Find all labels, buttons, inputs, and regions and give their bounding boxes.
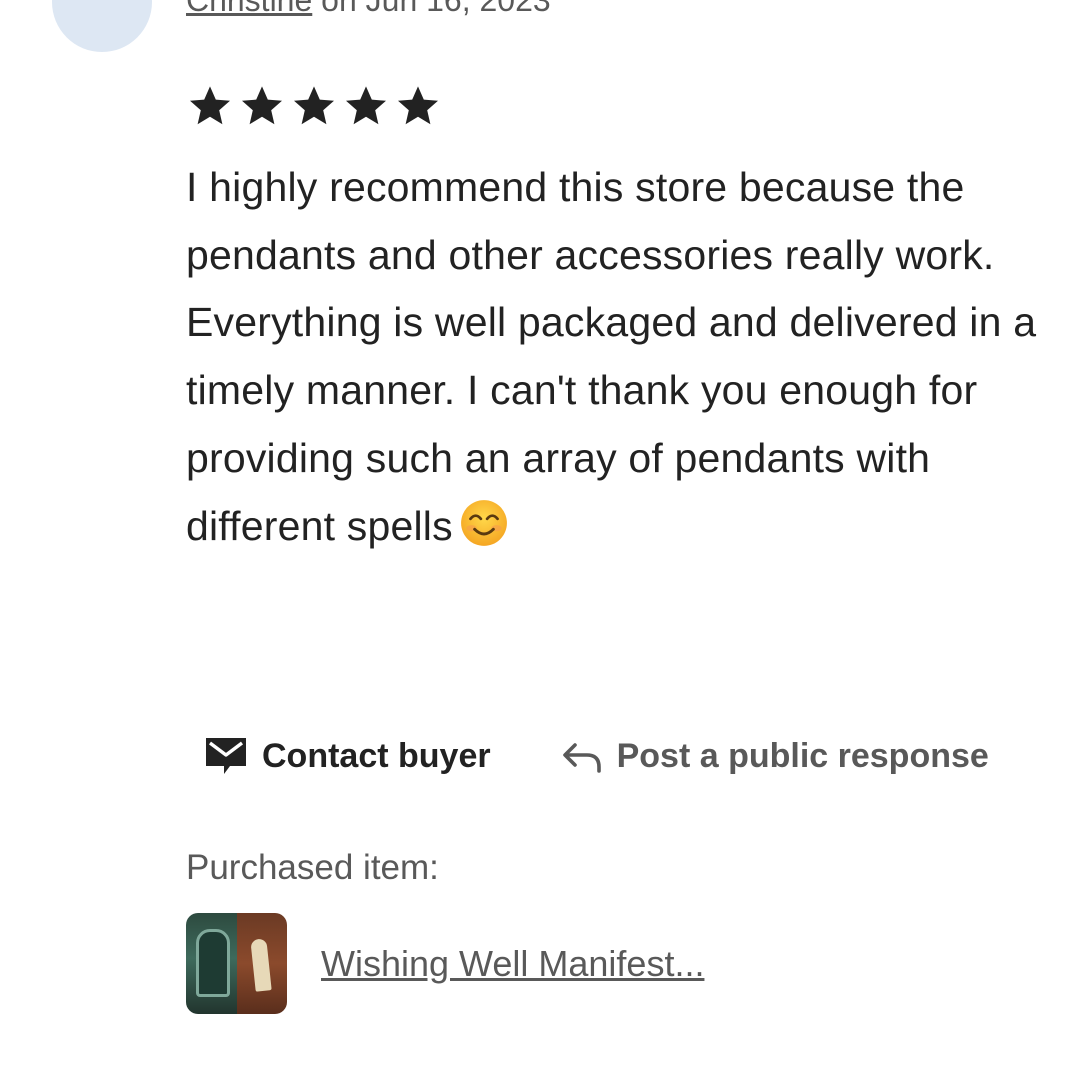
star-icon (242, 86, 282, 125)
reply-arrow-icon (562, 743, 601, 773)
post-public-response-label: Post a public response (616, 736, 989, 775)
thumbnail-right-image (236, 913, 287, 1014)
author-link[interactable]: Christine (186, 0, 312, 18)
contact-buyer-button[interactable]: Contact buyer (204, 736, 491, 776)
purchased-item-link[interactable]: Wishing Well Manifest... (186, 913, 704, 1014)
review-date: on Jun 16, 2023 (312, 0, 551, 18)
star-icon (190, 86, 230, 125)
item-thumbnail[interactable] (186, 913, 287, 1014)
review-byline: Christine on Jun 16, 2023 (186, 0, 551, 20)
purchased-item-label: Purchased item: (186, 848, 439, 887)
contact-buyer-label: Contact buyer (262, 736, 491, 775)
avatar[interactable] (52, 0, 152, 52)
item-title-link[interactable]: Wishing Well Manifest... (321, 943, 704, 985)
smiling-face-icon (460, 499, 507, 546)
review-body: I highly recommend this store because th… (186, 164, 1037, 549)
star-icon (398, 86, 438, 125)
review-card: Christine on Jun 16, 2023 I highly recom… (0, 0, 1080, 1080)
star-rating (186, 78, 442, 134)
post-public-response-button[interactable]: Post a public response (561, 737, 989, 776)
review-actions: Contact buyer Post a public response (204, 736, 989, 776)
envelope-icon (206, 738, 246, 774)
star-icon (294, 86, 334, 125)
review-text: I highly recommend this store because th… (186, 154, 1046, 560)
star-icon (346, 86, 386, 125)
thumbnail-left-image (186, 913, 237, 1014)
